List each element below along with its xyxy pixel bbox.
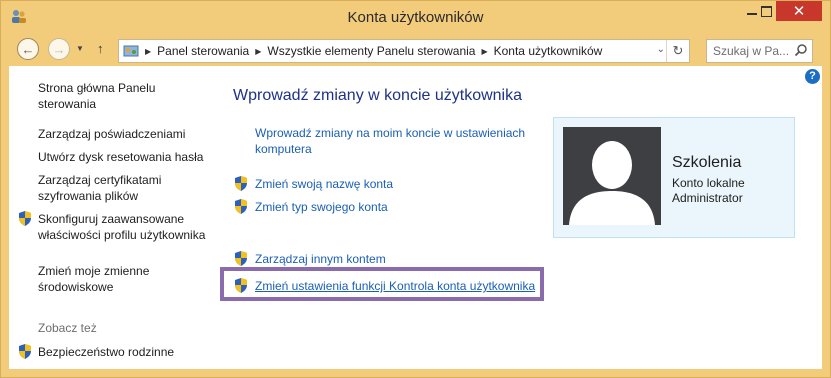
address-bar[interactable]: ▶ Panel sterowania ▶ Wszystkie elementy … [118,39,690,63]
sidebar-item-family-safety[interactable]: Bezpieczeństwo rodzinne [38,344,208,360]
uac-shield-icon [19,211,31,226]
up-button[interactable]: ↑ [97,41,104,56]
breadcrumb-user-accounts[interactable]: Konta użytkowników [494,44,603,58]
sidebar-item-certificates[interactable]: Zarządzaj certyfikatami szyfrowania plik… [38,172,208,204]
arrow-left-icon: ← [21,41,35,57]
sidebar-item-credentials[interactable]: Zarządzaj poświadczeniami [38,126,208,142]
arrow-up-icon: ↑ [97,41,104,56]
manage-another-account-link[interactable]: Zarządzaj innym kontem [255,251,386,267]
maximize-icon [760,5,772,17]
title-bar[interactable]: Konta użytkowników ✕ [1,1,830,32]
account-card: Szkolenia Konto lokalne Administrator [553,117,795,238]
account-name: Szkolenia [672,154,742,171]
breadcrumb-control-panel[interactable]: Panel sterowania [157,44,249,58]
breadcrumb-all-items[interactable]: Wszystkie elementy Panelu sterowania [267,44,475,58]
forward-button[interactable]: → [48,38,70,60]
back-button[interactable]: ← [17,38,39,60]
address-dropdown-icon[interactable]: ⌄ [657,44,665,55]
uac-shield-icon [19,344,31,359]
breadcrumb-separator-icon: ▶ [145,46,152,56]
uac-settings-link[interactable]: Zmień ustawienia funkcji Kontrola konta … [255,278,535,294]
account-type: Konto lokalne [672,176,745,190]
refresh-icon: ↻ [672,43,684,58]
account-role: Administrator [672,191,743,205]
search-box[interactable]: Szukaj w Pa... [706,39,813,63]
window-title: Konta użytkowników [347,9,484,26]
uac-shield-icon [235,251,247,266]
change-account-type-link[interactable]: Zmień typ swojego konta [255,199,388,215]
content-area: ? Strona główna Panelu sterowania Zarząd… [9,66,822,369]
recent-locations-chevron-icon[interactable]: ▼ [76,44,85,53]
pc-settings-link[interactable]: Wprowadź zmiany na moim koncie w ustawie… [255,125,545,157]
app-window: Konta użytkowników ✕ ← → ▼ ↑ ▶ Panel ste… [0,0,831,378]
avatar [563,127,661,225]
arrow-right-icon: → [52,41,66,57]
sidebar-item-profile-properties[interactable]: Skonfiguruj zaawansowane właściwości pro… [38,211,208,243]
navigation-bar: ← → ▼ ↑ ▶ Panel sterowania ▶ Wszystkie e… [9,32,822,66]
refresh-button[interactable]: ↻ [666,40,689,62]
sidebar-item-reset-disk[interactable]: Utwórz dysk resetowania hasła [38,149,208,165]
close-icon: ✕ [792,3,806,20]
search-placeholder: Szukaj w Pa... [713,44,790,58]
uac-shield-icon [235,278,247,293]
uac-shield-icon [235,176,247,191]
change-account-name-link[interactable]: Zmień swoją nazwę konta [255,176,393,192]
sidebar-item-home[interactable]: Strona główna Panelu sterowania [38,80,208,112]
page-title: Wprowadź zmiany w koncie użytkownika [233,87,522,104]
search-icon[interactable] [794,43,808,57]
control-panel-icon [123,45,139,57]
uac-shield-icon [235,199,247,214]
help-icon[interactable]: ? [805,69,820,84]
breadcrumb-separator-icon: ▶ [255,46,262,56]
sidebar-item-environment-variables[interactable]: Zmień moje zmienne środowiskowe [38,263,208,295]
close-button[interactable]: ✕ [776,1,822,21]
breadcrumb-separator-icon: ▶ [481,46,488,56]
see-also-heading: Zobacz też [38,321,97,335]
